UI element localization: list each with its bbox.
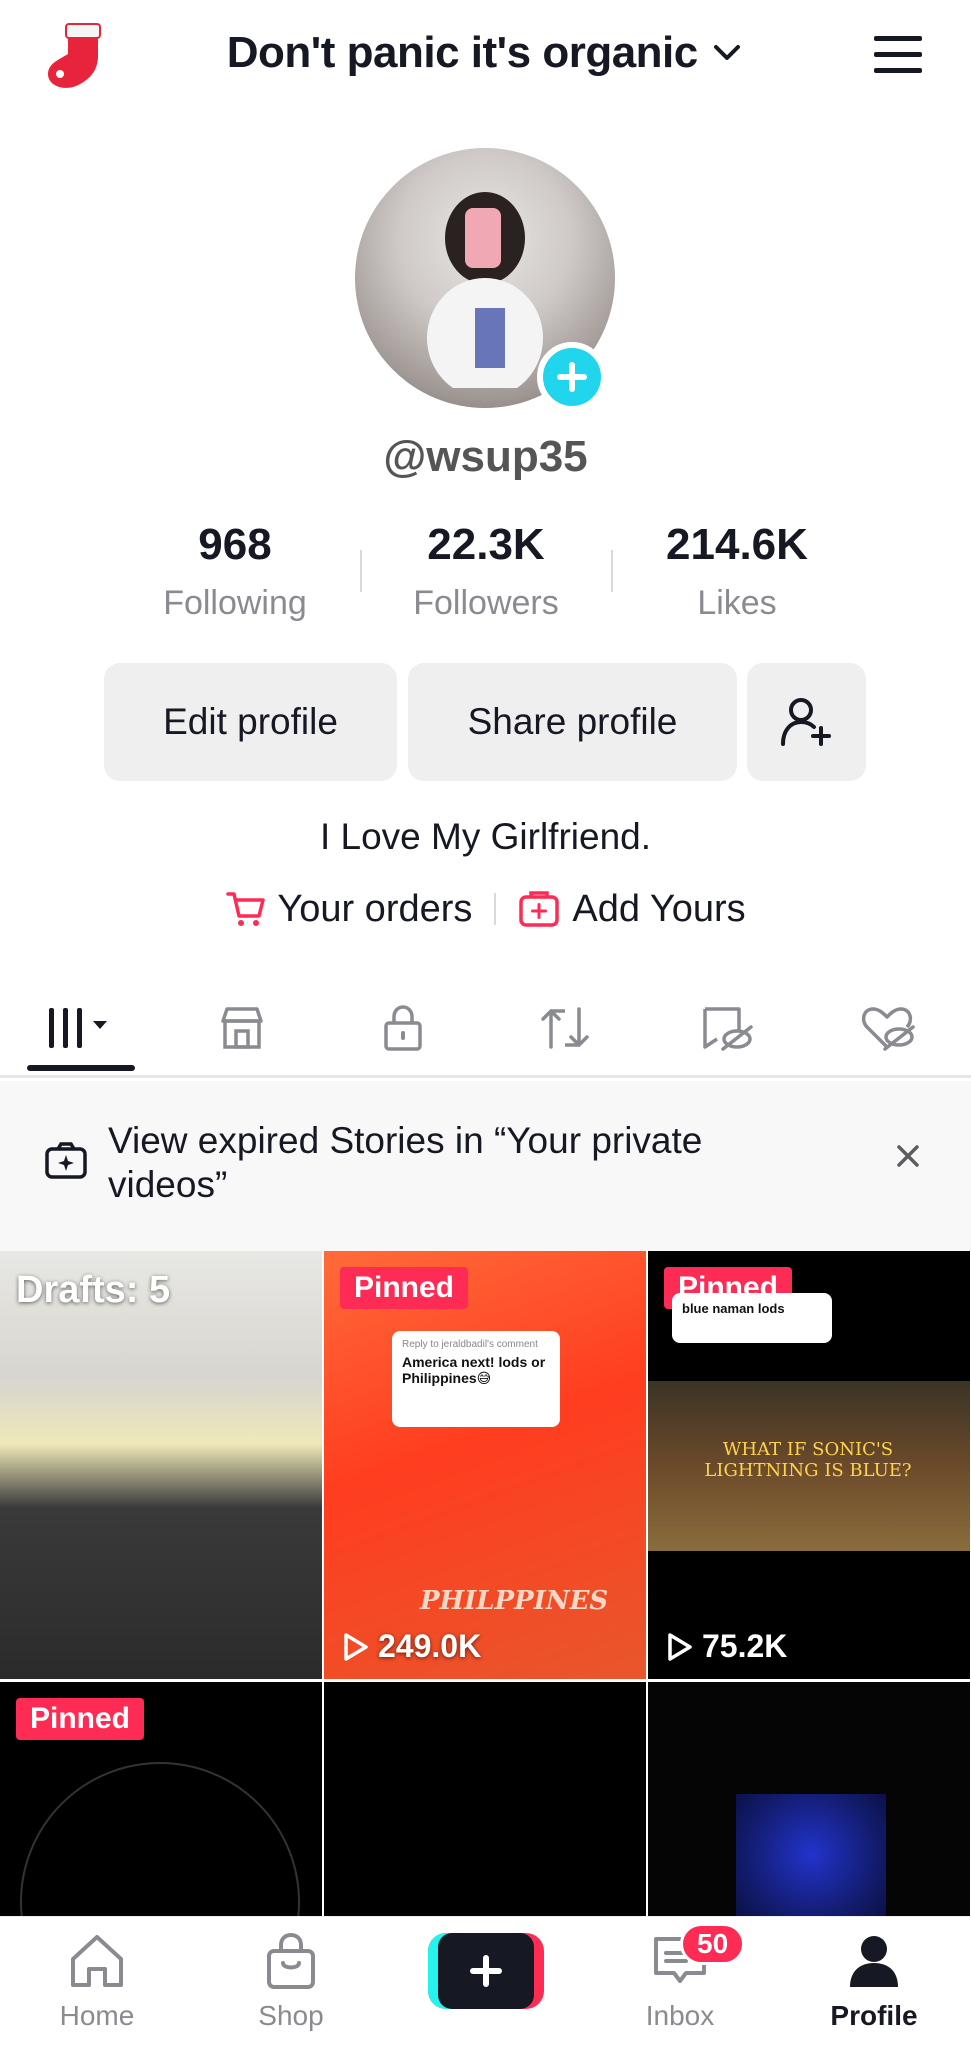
video-caption: WHAT IF SONIC'S LIGHTNING IS BLUE? <box>704 1439 912 1481</box>
expired-stories-notice[interactable]: View expired Stories in “Your private vi… <box>0 1081 971 1251</box>
video-tile[interactable]: Pinned <box>0 1682 322 1916</box>
video-thumbnail <box>20 1762 300 1916</box>
comment-reply-sticker: Reply to jeraldbadil's comment America n… <box>392 1331 560 1427</box>
stat-following[interactable]: 968 Following <box>110 520 360 623</box>
hamburger-menu-icon[interactable] <box>872 34 924 76</box>
avatar-photo <box>427 192 543 388</box>
stat-followers[interactable]: 22.3K Followers <box>361 520 611 623</box>
drafts-count: Drafts: 5 <box>16 1269 171 1311</box>
stat-label: Following <box>163 584 307 622</box>
create-button-core <box>438 1933 534 2009</box>
notice-text: View expired Stories in “Your private vi… <box>108 1120 703 1205</box>
top-bar: Don't panic it's organic <box>0 0 971 115</box>
add-yours-link[interactable]: Add Yours <box>518 887 746 931</box>
sticker-title: Reply to jeraldbadil's comment <box>402 1339 538 1350</box>
add-user-icon <box>780 698 831 746</box>
video-tile[interactable]: Pinned Reply to jeraldbadil's comment Am… <box>324 1251 646 1679</box>
add-friends-button[interactable] <box>747 663 866 781</box>
video-tile[interactable] <box>648 1682 970 1916</box>
edit-profile-button[interactable]: Edit profile <box>104 663 397 781</box>
tab-reposts[interactable] <box>510 988 620 1068</box>
share-profile-button[interactable]: Share profile <box>408 663 737 781</box>
liked-hidden-icon <box>861 1007 915 1051</box>
video-caption: PHILPPINES <box>420 1586 609 1616</box>
add-story-button[interactable] <box>537 342 607 412</box>
view-count: 249.0K <box>340 1628 481 1665</box>
view-count-value: 249.0K <box>378 1628 482 1664</box>
videos-grid-icon <box>49 1008 107 1048</box>
stat-value: 968 <box>198 520 272 569</box>
inbox-badge: 50 <box>680 1923 746 1965</box>
shop-icon <box>221 1007 263 1049</box>
bio-text: I Love My Girlfriend. <box>319 816 652 857</box>
add-yours-label: Add Yours <box>572 887 746 930</box>
view-count-value: 75.2K <box>702 1628 788 1664</box>
video-tile[interactable] <box>324 1682 646 1916</box>
drafts-tile[interactable]: Drafts: 5 <box>0 1251 322 1679</box>
active-tab-indicator <box>27 1065 135 1071</box>
view-count: 75.2K <box>664 1628 787 1665</box>
video-thumbnail: WHAT IF SONIC'S LIGHTNING IS BLUE? <box>648 1381 970 1551</box>
comment-reply-sticker: blue naman lods <box>672 1293 832 1343</box>
nav-shop-label: Shop <box>258 2000 324 2031</box>
chevron-down-icon <box>714 45 741 60</box>
video-tile[interactable]: Pinned blue naman lods WHAT IF SONIC'S L… <box>648 1251 970 1679</box>
play-icon <box>668 1632 692 1661</box>
profile-links: Your orders Add Yours <box>0 884 971 934</box>
nav-shop[interactable]: Shop <box>211 1931 371 2032</box>
pinned-badge: Pinned <box>16 1698 145 1740</box>
private-lock-icon <box>384 1005 422 1051</box>
favorites-icon <box>703 1007 753 1051</box>
stat-label: Followers <box>413 584 559 622</box>
account-name: Don't panic it's organic <box>226 28 698 77</box>
your-orders-label: Your orders <box>277 887 473 930</box>
account-switcher[interactable]: Don't panic it's organic <box>0 28 971 78</box>
nav-home-label: Home <box>59 2000 135 2031</box>
content-tabs <box>0 978 971 1078</box>
tab-private[interactable] <box>348 988 458 1068</box>
tab-liked[interactable] <box>833 988 943 1068</box>
stat-value: 214.6K <box>666 520 808 569</box>
your-orders-link[interactable]: Your orders <box>225 888 472 931</box>
video-thumbnail <box>736 1794 886 1916</box>
stat-label: Likes <box>697 584 777 622</box>
profile-icon <box>850 1936 898 1987</box>
nav-inbox-label: Inbox <box>645 2000 715 2031</box>
nav-profile-label: Profile <box>830 2000 918 2031</box>
tab-favorites[interactable] <box>672 988 782 1068</box>
create-button[interactable] <box>428 1933 544 2009</box>
stat-value: 22.3K <box>427 520 545 569</box>
sticker-text: America next! lods or Philippines😅 <box>402 1354 546 1386</box>
stat-likes[interactable]: 214.6K Likes <box>612 520 862 623</box>
cart-icon <box>226 892 266 926</box>
shopping-bag-icon <box>267 1932 315 1989</box>
plus-icon <box>470 1955 502 1987</box>
video-grid: Drafts: 5 Pinned Reply to jeraldbadil's … <box>0 1251 971 1916</box>
profile-stats: 968 Following 22.3K Followers 214.6K Lik… <box>110 520 861 630</box>
divider <box>494 893 497 925</box>
repost-icon <box>541 1007 589 1049</box>
close-icon[interactable] <box>895 1143 921 1169</box>
tab-videos[interactable] <box>26 988 136 1071</box>
nav-profile[interactable]: Profile <box>794 1931 954 2032</box>
nav-home[interactable]: Home <box>17 1931 177 2032</box>
add-yours-icon <box>519 891 560 927</box>
tab-shop[interactable] <box>187 988 297 1068</box>
play-icon <box>344 1632 368 1661</box>
plus-icon <box>557 362 587 392</box>
home-icon <box>71 1935 123 1987</box>
pinned-badge: Pinned <box>340 1267 469 1309</box>
username: @wsup35 <box>383 432 588 481</box>
bottom-navigation: Home Shop Inbox 50 Profile <box>0 1916 971 2048</box>
camera-sparkle-icon <box>45 1142 87 1179</box>
